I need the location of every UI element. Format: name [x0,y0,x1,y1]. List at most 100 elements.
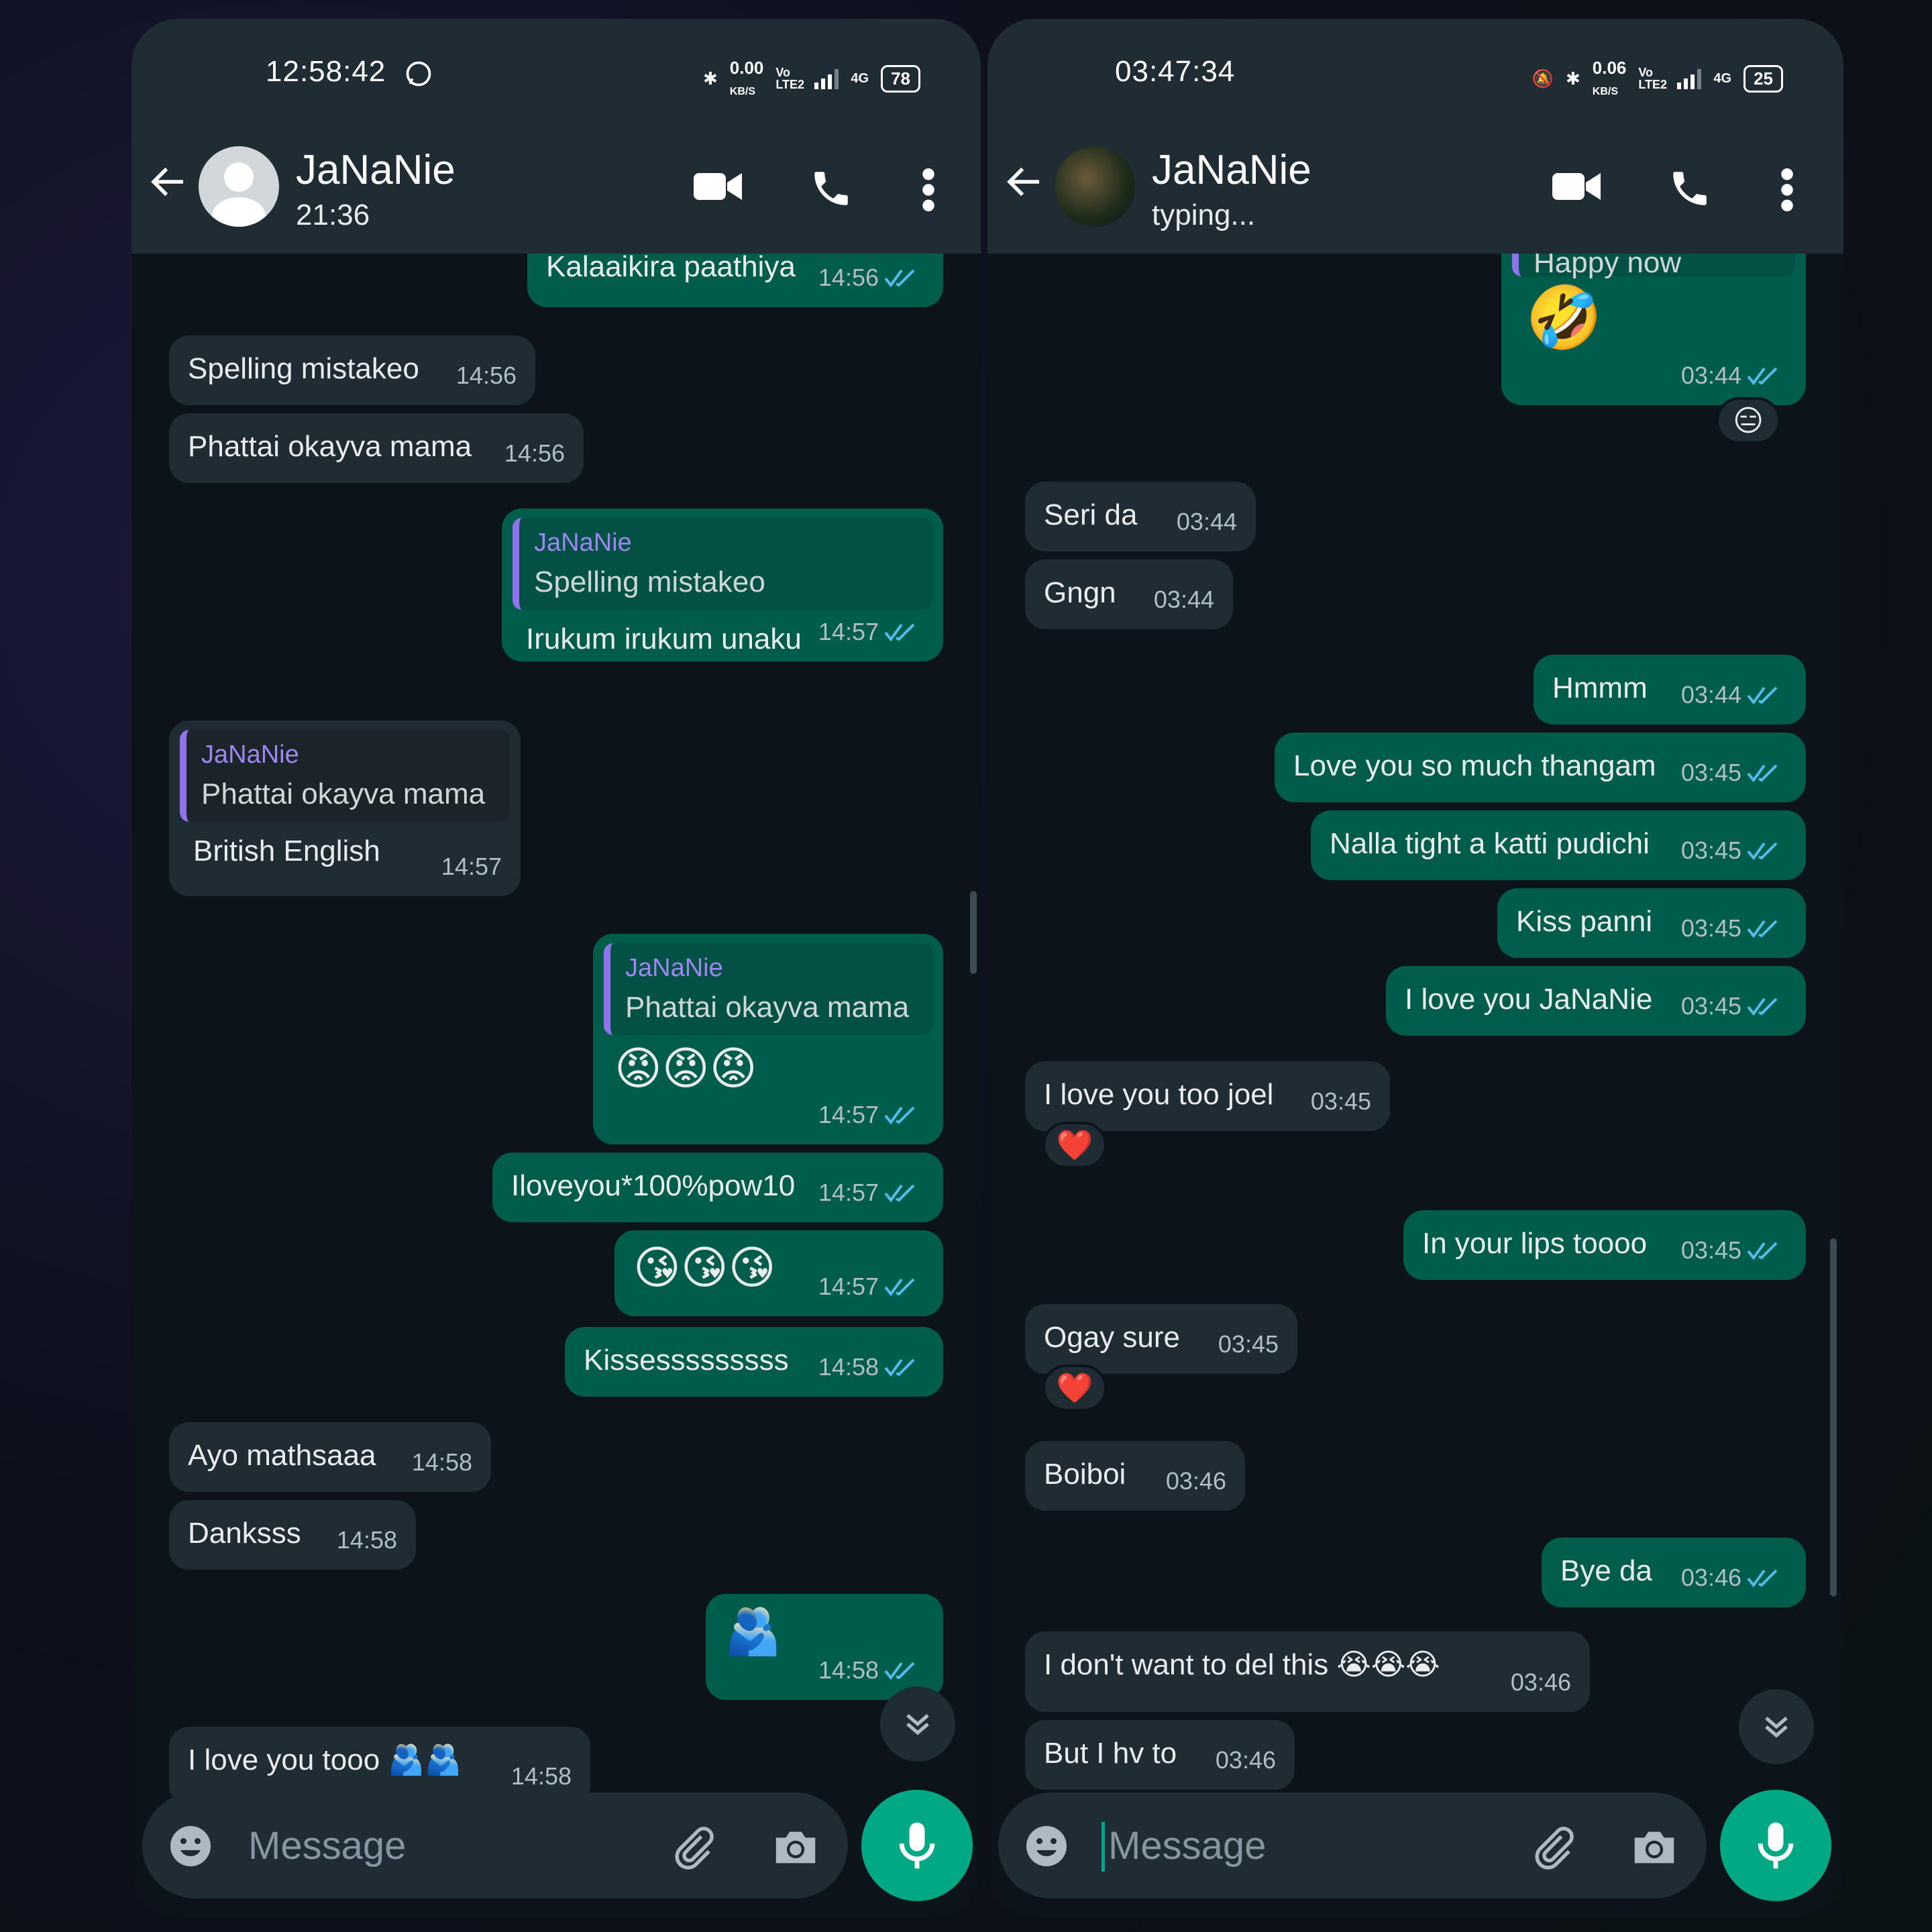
quoted-message[interactable]: JaNaNie Phattai okayva mama [180,730,510,822]
network-type: 4G [1713,70,1732,86]
video-call-icon[interactable] [1551,166,1602,207]
message-incoming[interactable]: Spelling mistakeo 14:56 [169,335,535,405]
status-icons: 🔕 ✱ 0.06 KB/S Vo LTE2 4G 25 [1532,58,1783,99]
battery-icon: 25 [1743,64,1783,93]
message-outgoing[interactable]: Bye da 03:46 [1542,1538,1806,1607]
left-phone-screen: 12:58:42 ✱ 0.00 KB/S Vo LTE2 4G 78 JaNaNi… [131,19,981,1917]
mic-icon [899,1822,935,1869]
chevron-down-double-icon [906,1714,929,1735]
double-check-icon [884,1184,915,1202]
emoji-icon[interactable] [166,1822,215,1870]
double-check-icon [884,1106,915,1124]
message-incoming[interactable]: Boiboi 03:46 [1025,1441,1245,1511]
message-outgoing[interactable]: Nalla tight a katti pudichi 03:45 [1311,810,1806,880]
avatar[interactable] [1055,146,1135,227]
last-seen: 21:36 [296,199,370,231]
typing-indicator: typing... [1152,199,1256,231]
message-reaction[interactable]: 😑 [1716,397,1780,444]
net-speed: 0.00 KB/S [729,58,764,97]
message-outgoing[interactable]: I love you JaNaNie 03:45 [1386,966,1806,1036]
phone-icon[interactable] [809,166,853,211]
volte-badge: Vo LTE2 [1638,66,1668,91]
chat-header: JaNaNie typing... [987,119,1843,254]
voice-message-button[interactable] [1720,1790,1831,1901]
message-incoming[interactable]: I love you tooo 🫂🫂 14:58 [169,1727,590,1796]
double-check-icon [884,1278,915,1296]
double-check-icon [1747,920,1778,938]
message-outgoing[interactable]: 🫂 14:58 [706,1594,943,1700]
quoted-message[interactable]: JaNaNie Phattai okayva mama [604,943,932,1035]
camera-icon[interactable] [770,1823,821,1872]
back-arrow-icon[interactable] [1002,160,1046,204]
scroll-to-bottom-button[interactable] [1739,1689,1814,1764]
message-input[interactable]: Message [1108,1823,1266,1868]
status-time: 12:58:42 [266,55,386,88]
message-incoming[interactable]: Ayo mathsaaa 14:58 [169,1422,491,1492]
battery-icon: 78 [881,64,920,93]
message-outgoing[interactable]: 😘😘😘 14:57 [614,1230,943,1316]
quoted-message[interactable]: JaNaNie Spelling mistakeo [513,518,932,610]
message-list[interactable]: Kalaaikira paathiya 14:56 Spelling mista… [131,254,981,1796]
emoji-icon[interactable] [1022,1822,1071,1870]
message-outgoing[interactable]: Kissesssssssss 14:58 [565,1327,943,1397]
scroll-to-bottom-button[interactable] [880,1686,955,1762]
chat-header: JaNaNie 21:36 [131,119,981,254]
message-outgoing[interactable]: Kalaaikira paathiya 14:56 [527,254,943,307]
mic-icon [1758,1822,1794,1869]
message-incoming[interactable]: But I hv to 03:46 [1025,1720,1295,1790]
message-input[interactable]: Message [248,1823,406,1868]
contact-name[interactable]: JaNaNie [1152,146,1311,194]
scrollbar[interactable] [1830,1238,1837,1597]
message-incoming[interactable]: I don't want to del this 😭😭😭 03:46 [1025,1631,1590,1712]
double-check-icon [1747,842,1778,860]
more-options-icon[interactable] [1779,166,1795,213]
message-incoming[interactable]: I love you too joel 03:45 [1025,1061,1390,1131]
message-outgoing[interactable]: Iloveyou*100%pow10 14:57 [492,1152,943,1222]
message-outgoing[interactable]: Hmmm 03:44 [1534,655,1806,724]
whatsapp-notification-icon [406,61,431,87]
double-check-icon [1747,686,1778,704]
double-check-icon [1747,1569,1778,1587]
message-incoming[interactable]: Seri da 03:44 [1025,482,1256,551]
message-composer[interactable]: Message [998,1792,1707,1898]
message-incoming[interactable]: Danksss 14:58 [169,1500,416,1570]
message-outgoing[interactable]: Love you so much thangam 03:45 [1275,733,1806,802]
camera-icon[interactable] [1629,1823,1680,1872]
message-reaction[interactable]: ❤️ [1042,1364,1107,1411]
message-composer[interactable]: Message [142,1792,848,1898]
message-reaction[interactable]: ❤️ [1042,1122,1107,1169]
double-check-icon [884,623,915,641]
double-check-icon [1747,998,1778,1016]
message-incoming[interactable]: Gngn 03:44 [1025,559,1233,629]
chevron-down-double-icon [1765,1717,1788,1738]
more-options-icon[interactable] [920,166,936,213]
message-outgoing-reply[interactable]: JaNaNie Spelling mistakeo Irukum irukum … [502,508,943,661]
right-phone-screen: 03:47:34 🔕 ✱ 0.06 KB/S Vo LTE2 4G 25 JaNa… [987,19,1843,1917]
message-outgoing-reply[interactable]: JaNaNie Phattai okayva mama 😡😡😡 14:57 [593,934,943,1144]
voice-message-button[interactable] [861,1790,973,1901]
avatar[interactable] [199,146,279,227]
contact-name[interactable]: JaNaNie [296,146,455,194]
message-outgoing[interactable]: Kiss panni 03:45 [1497,888,1806,958]
back-arrow-icon[interactable] [146,160,191,204]
message-incoming[interactable]: Phattai okayva mama 14:56 [169,413,584,483]
status-time: 03:47:34 [1115,55,1236,88]
phone-icon[interactable] [1668,166,1712,211]
video-call-icon[interactable] [692,166,743,207]
message-incoming-reply[interactable]: JaNaNie Phattai okayva mama British Engl… [169,720,521,896]
double-check-icon [884,1662,915,1680]
signal-icon [814,68,839,89]
volte-badge: Vo LTE2 [775,66,805,91]
quoted-message[interactable]: Happy now [1512,254,1795,279]
attach-icon[interactable] [668,1823,716,1872]
attach-icon[interactable] [1528,1823,1576,1872]
message-outgoing[interactable]: In your lips toooo 03:45 [1403,1210,1806,1280]
message-incoming[interactable]: Ogay sure 03:45 [1025,1304,1297,1374]
double-check-icon [884,269,915,287]
message-outgoing-reply[interactable]: Happy now 🤣 03:44 [1501,254,1806,405]
mute-icon: 🔕 [1532,68,1554,89]
message-list[interactable]: Happy now 🤣 03:44 😑 Seri da 03:44 Gngn 0… [987,254,1843,1796]
net-speed: 0.06 KB/S [1592,58,1627,97]
scrollbar[interactable] [970,891,977,974]
signal-icon [1677,68,1702,89]
